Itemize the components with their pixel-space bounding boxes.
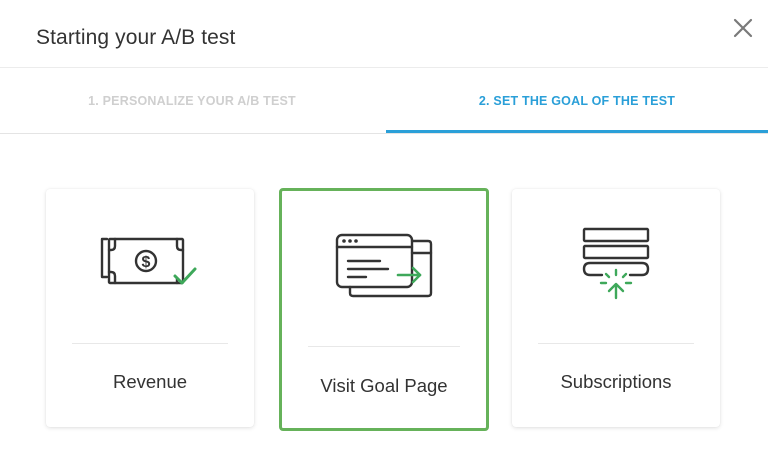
close-button[interactable] <box>730 15 756 41</box>
active-tab-indicator <box>386 130 768 133</box>
goal-card-revenue[interactable]: $ Revenue <box>46 189 254 427</box>
tab-set-goal[interactable]: 2. SET THE GOAL OF THE TEST <box>386 68 768 134</box>
tab-personalize[interactable]: 1. PERSONALIZE YOUR A/B TEST <box>0 68 384 134</box>
goal-label-revenue: Revenue <box>112 371 188 392</box>
card-divider <box>72 343 228 344</box>
goal-card-subscriptions[interactable]: Subscriptions <box>512 189 720 427</box>
close-icon <box>733 18 753 38</box>
goal-label-subscriptions: Subscriptions <box>560 371 672 392</box>
money-check-icon: $ <box>100 237 197 285</box>
subscription-form-icon <box>582 227 650 300</box>
goal-label-visit-goal-page: Visit Goal Page <box>320 375 448 396</box>
tab-personalize-label: 1. PERSONALIZE YOUR A/B TEST <box>88 94 296 108</box>
card-divider <box>308 346 460 347</box>
svg-text:$: $ <box>142 254 151 271</box>
wizard-tabs: 1. PERSONALIZE YOUR A/B TEST 2. SET THE … <box>0 68 768 134</box>
browser-windows-arrow-icon <box>335 233 433 298</box>
tab-set-goal-label: 2. SET THE GOAL OF THE TEST <box>478 94 676 108</box>
modal-title: Starting your A/B test <box>36 26 236 49</box>
modal-header: Starting your A/B test <box>0 0 768 68</box>
card-divider <box>538 343 694 344</box>
goal-card-visit-goal-page[interactable]: Visit Goal Page <box>279 188 489 431</box>
